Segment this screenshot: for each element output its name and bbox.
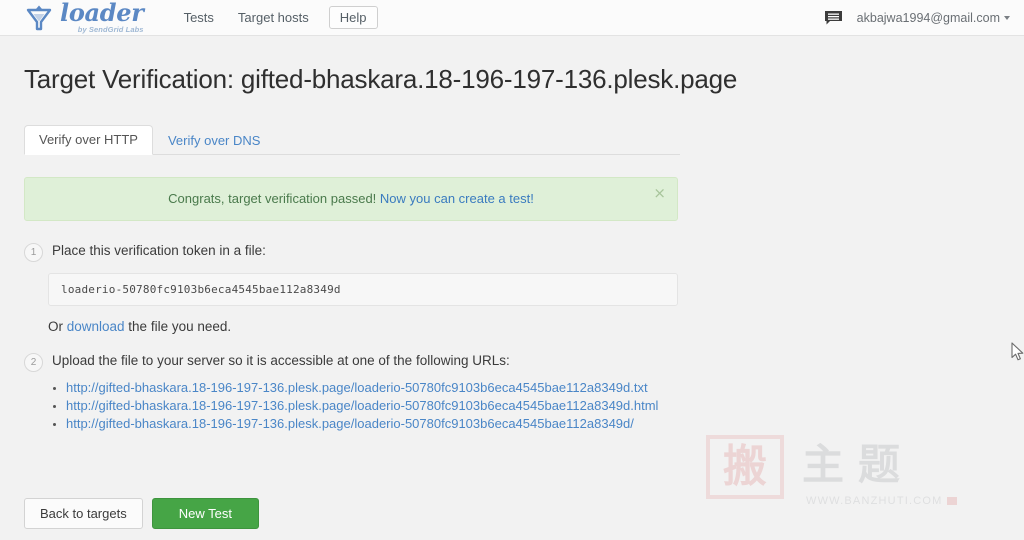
header-right-group: akbajwa1994@gmail.com (824, 10, 1010, 26)
nav-item-target-hosts[interactable]: Target hosts (226, 6, 321, 29)
main-nav: Tests Target hosts Help (172, 6, 378, 29)
user-account-menu[interactable]: akbajwa1994@gmail.com (857, 11, 1010, 25)
download-file-line: Or download the file you need. (48, 319, 1024, 334)
back-to-targets-button[interactable]: Back to targets (24, 498, 143, 529)
chevron-down-icon (1004, 16, 1010, 21)
verification-url-dir[interactable]: http://gifted-bhaskara.18-196-197-136.pl… (66, 416, 634, 431)
step-1-badge: 1 (24, 243, 43, 262)
verification-url-txt[interactable]: http://gifted-bhaskara.18-196-197-136.pl… (66, 380, 648, 395)
alert-create-test-link[interactable]: Now you can create a test! (380, 191, 534, 206)
nav-item-help[interactable]: Help (328, 6, 378, 29)
step-2-label: Upload the file to your server so it is … (52, 353, 510, 368)
verification-token-field[interactable]: loaderio-50780fc9103b6eca4545bae112a8349… (48, 273, 678, 306)
site-watermark: 搬 主题 WWW.BANZHUTI.COM (706, 435, 1006, 515)
brand-logo-link[interactable]: loader by SendGrid Labs (24, 1, 144, 34)
watermark-characters: 主题 (802, 440, 915, 489)
success-alert: Congrats, target verification passed! No… (24, 177, 678, 221)
list-item: http://gifted-bhaskara.18-196-197-136.pl… (66, 415, 786, 432)
brand-name: loader (60, 0, 144, 28)
download-prefix: Or (48, 319, 67, 334)
watermark-seal: 搬 (706, 435, 784, 499)
user-email-label: akbajwa1994@gmail.com (856, 10, 1000, 25)
verification-url-html[interactable]: http://gifted-bhaskara.18-196-197-136.pl… (66, 398, 658, 413)
tab-verify-over-dns[interactable]: Verify over DNS (153, 126, 275, 155)
list-item: http://gifted-bhaskara.18-196-197-136.pl… (66, 379, 686, 396)
alert-close-icon[interactable]: × (653, 186, 666, 201)
loader-funnel-logo-icon (24, 3, 54, 33)
list-item: http://gifted-bhaskara.18-196-197-136.pl… (66, 397, 686, 414)
nav-item-tests[interactable]: Tests (172, 6, 226, 29)
step-1-label: Place this verification token in a file: (52, 243, 266, 258)
page-body: Target Verification: gifted-bhaskara.18-… (0, 37, 1024, 540)
watermark-url: WWW.BANZHUTI.COM (806, 495, 957, 507)
brand-text: loader by SendGrid Labs (60, 1, 144, 34)
watermark-url-text: WWW.BANZHUTI.COM (806, 495, 943, 507)
watermark-dot-icon (946, 497, 957, 505)
step-1: 1 Place this verification token in a fil… (24, 242, 1024, 262)
page-footer-actions: Back to targets New Test (24, 498, 259, 529)
tab-verify-over-http[interactable]: Verify over HTTP (24, 125, 153, 155)
verification-url-list: http://gifted-bhaskara.18-196-197-136.pl… (0, 379, 1024, 432)
new-test-button[interactable]: New Test (151, 498, 259, 529)
messages-icon[interactable] (824, 10, 843, 26)
download-suffix: the file you need. (124, 319, 232, 334)
step-2-badge: 2 (24, 353, 43, 372)
page-title: Target Verification: gifted-bhaskara.18-… (24, 64, 738, 94)
alert-message: Congrats, target verification passed! (168, 191, 377, 206)
download-link[interactable]: download (67, 319, 125, 334)
verification-tabs: Verify over HTTP Verify over DNS (24, 125, 680, 155)
brand-subtitle: by SendGrid Labs (77, 25, 144, 35)
app-header: loader by SendGrid Labs Tests Target hos… (0, 0, 1024, 36)
step-2: 2 Upload the file to your server so it i… (24, 352, 1024, 372)
